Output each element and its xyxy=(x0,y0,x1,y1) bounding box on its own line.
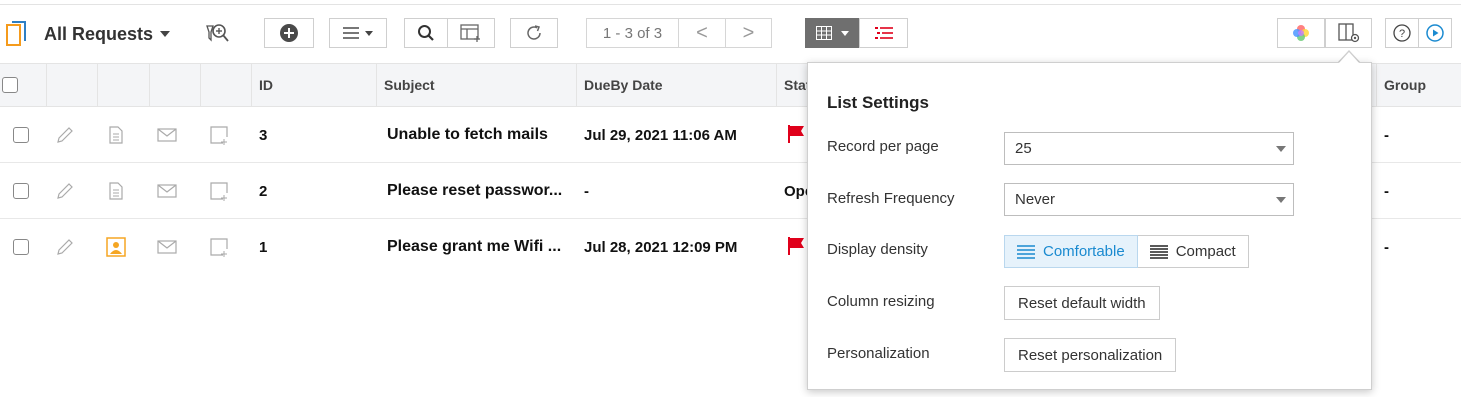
add-task-icon[interactable] xyxy=(209,181,229,201)
menu-icon xyxy=(343,27,359,39)
header-note-col xyxy=(97,64,149,106)
grid-view-button[interactable] xyxy=(805,18,860,48)
header-edit-col xyxy=(46,64,98,106)
row-checkbox[interactable] xyxy=(13,183,29,199)
prev-page-button[interactable]: < xyxy=(679,19,725,47)
cell-id: 1 xyxy=(259,238,268,256)
popup-title: List Settings xyxy=(827,93,930,112)
refresh-frequency-label: Refresh Frequency xyxy=(827,190,955,207)
mail-icon[interactable] xyxy=(157,181,177,201)
header-dueby-date[interactable]: DueBy Date xyxy=(576,64,777,106)
header-subject[interactable]: Subject xyxy=(376,64,577,106)
cell-id: 3 xyxy=(259,126,268,144)
color-wheel-icon xyxy=(1293,25,1309,41)
comfortable-icon xyxy=(1017,244,1035,259)
cell-dueby-date: Jul 28, 2021 12:09 PM xyxy=(584,238,738,256)
record-per-page-label: Record per page xyxy=(827,138,939,155)
svg-text:?: ? xyxy=(1399,28,1405,40)
density-compact-label: Compact xyxy=(1175,243,1236,260)
record-per-page-value: 25 xyxy=(1015,140,1032,157)
cell-subject[interactable]: Please reset passwor... xyxy=(387,163,562,219)
personalization-label: Personalization xyxy=(827,345,930,362)
cell-subject[interactable]: Unable to fetch mails xyxy=(387,107,548,163)
refresh-button[interactable] xyxy=(510,18,558,48)
popup-pointer-inner xyxy=(1338,52,1360,64)
display-density-label: Display density xyxy=(827,241,928,258)
toolbar: All Requests 1 - 3 of 3 < > ? xyxy=(0,5,1461,63)
density-comfortable-label: Comfortable xyxy=(1043,243,1125,260)
list-settings-popup: List Settings Record per page 25 Refresh… xyxy=(807,62,1372,390)
notes-icon[interactable] xyxy=(106,125,126,145)
edit-icon[interactable] xyxy=(55,125,75,145)
refresh-frequency-value: Never xyxy=(1015,191,1056,208)
pagination: 1 - 3 of 3 < > xyxy=(586,18,772,48)
filter-search-icon[interactable] xyxy=(205,22,231,46)
edit-icon[interactable] xyxy=(55,237,75,257)
chevron-down-icon xyxy=(841,30,849,36)
search-icon xyxy=(418,25,434,41)
density-comfortable-button[interactable]: Comfortable xyxy=(1004,235,1138,268)
notes-icon[interactable] xyxy=(106,181,126,201)
cell-id: 2 xyxy=(259,182,268,200)
header-group[interactable]: Group xyxy=(1376,64,1461,106)
table-add-icon xyxy=(460,24,480,42)
play-tutorial-button[interactable] xyxy=(1418,18,1452,48)
column-settings-icon xyxy=(1337,23,1359,43)
refresh-frequency-select[interactable]: Never xyxy=(1004,183,1294,216)
requester-icon[interactable] xyxy=(106,237,126,257)
row-checkbox[interactable] xyxy=(13,239,29,255)
reset-personalization-button[interactable]: Reset personalization xyxy=(1004,338,1177,372)
mail-icon[interactable] xyxy=(157,125,177,145)
color-legend-button[interactable] xyxy=(1277,18,1325,48)
chevron-down-icon xyxy=(1276,197,1286,203)
list-icon xyxy=(874,27,893,39)
cell-group: - xyxy=(1384,238,1389,256)
actions-menu-button[interactable] xyxy=(329,18,387,48)
header-id[interactable]: ID xyxy=(251,64,377,106)
cell-subject[interactable]: Please grant me Wifi ... xyxy=(387,219,561,275)
view-icon[interactable] xyxy=(6,21,26,47)
flag-icon xyxy=(788,237,804,255)
cell-dueby-date: - xyxy=(584,182,589,200)
cell-status: Ope xyxy=(784,182,807,200)
list-settings-button[interactable] xyxy=(1325,18,1372,48)
edit-icon[interactable] xyxy=(55,181,75,201)
add-task-icon[interactable] xyxy=(209,237,229,257)
help-icon: ? xyxy=(1393,24,1411,42)
refresh-icon xyxy=(527,25,541,40)
add-task-icon[interactable] xyxy=(209,125,229,145)
next-page-button[interactable]: > xyxy=(725,19,771,47)
pagination-text: 1 - 3 of 3 xyxy=(587,19,679,47)
view-title[interactable]: All Requests xyxy=(44,24,153,45)
add-circle-icon xyxy=(280,24,298,42)
row-checkbox[interactable] xyxy=(13,127,29,143)
add-column-button[interactable] xyxy=(447,18,495,48)
chevron-down-icon xyxy=(1276,146,1286,152)
search-button[interactable] xyxy=(404,18,448,48)
cell-group: - xyxy=(1384,182,1389,200)
cell-group: - xyxy=(1384,126,1389,144)
list-view-button[interactable] xyxy=(859,18,908,48)
header-mail-col xyxy=(149,64,201,106)
chevron-down-icon[interactable] xyxy=(160,31,170,37)
chevron-down-icon xyxy=(365,30,373,36)
new-request-button[interactable] xyxy=(264,18,314,48)
grid-icon xyxy=(816,26,832,40)
reset-default-width-button[interactable]: Reset default width xyxy=(1004,286,1160,320)
play-icon xyxy=(1426,24,1444,42)
column-resizing-label: Column resizing xyxy=(827,293,935,310)
select-all-checkbox[interactable] xyxy=(2,77,18,93)
flag-icon xyxy=(788,125,804,143)
header-task-col xyxy=(200,64,252,106)
record-per-page-select[interactable]: 25 xyxy=(1004,132,1294,165)
density-compact-button[interactable]: Compact xyxy=(1137,235,1249,268)
help-button[interactable]: ? xyxy=(1385,18,1419,48)
compact-icon xyxy=(1149,244,1168,259)
display-density-toggle: Comfortable Compact xyxy=(1004,235,1249,268)
cell-dueby-date: Jul 29, 2021 11:06 AM xyxy=(584,126,737,144)
mail-icon[interactable] xyxy=(157,237,177,257)
